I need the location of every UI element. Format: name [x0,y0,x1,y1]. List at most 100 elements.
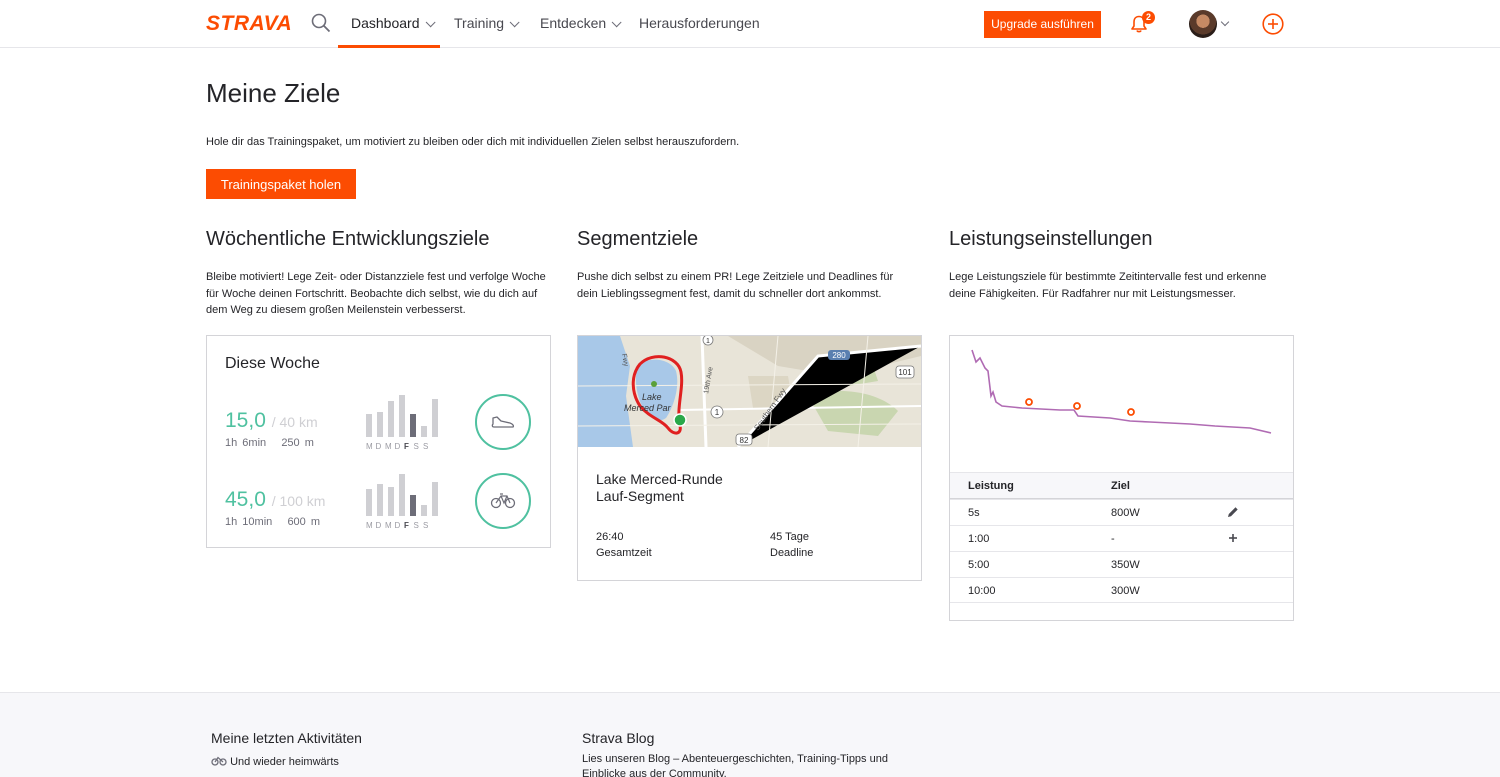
run-shoe-icon [491,416,515,428]
nav-herausforderungen[interactable]: Herausforderungen [639,15,760,48]
blog-text-line1: Lies unseren Blog – Abenteuergeschichten… [582,753,888,765]
day-bar [432,482,438,516]
run-details: 1h 6min 250 m [225,437,314,449]
power-goal-marker [1073,402,1081,410]
ride-distance-goal: / 100 km [271,493,326,509]
weekly-progress-card: Diese Woche 15,0 / 40 km 1h 6min 250 m M… [206,335,551,548]
day-label: D [394,521,401,530]
power-goal-table: Leistung Ziel 5s 800W 1:00 - 5:00 350W 1… [950,472,1293,603]
notification-badge: 2 [1142,11,1155,24]
get-summit-button[interactable]: Trainingspaket holen [206,169,356,199]
nav-dashboard[interactable]: Dashboard [351,15,436,48]
segment-goals-title: Segmentziele [577,228,699,250]
table-row: 1:00 - [950,525,1293,551]
upgrade-button[interactable]: Upgrade ausführen [984,11,1101,38]
run-day-bars [366,395,442,437]
blog-text: Lies unseren Blog – Abenteuergeschichten… [582,752,888,777]
power-goal-marker [1127,408,1135,416]
svg-text:1: 1 [706,338,710,345]
plus-icon[interactable] [1226,531,1240,545]
day-bar [366,414,372,437]
table-header: Leistung Ziel [950,472,1293,499]
add-activity-icon[interactable] [1262,13,1284,35]
day-bar [432,399,438,437]
power-settings-text: Lege Leistungsziele für bestimmte Zeitin… [949,271,1267,300]
segment-map[interactable]: 280 101 1 1 82 Lake Merced Par 19th Ave … [578,336,921,447]
segment-goals-text: Pushe dich selbst zu einem PR! Lege Zeit… [577,271,894,300]
weekly-goals-title: Wöchentliche Entwicklungsziele [206,228,490,250]
day-label: M [385,442,392,451]
day-bar [388,487,394,516]
strava-logo[interactable]: STRAVA [206,12,292,36]
run-elevation: 250 m [281,437,314,449]
day-label: S [423,442,429,451]
chevron-down-icon[interactable] [1220,17,1230,27]
chevron-down-icon [509,17,520,28]
day-label: M [366,521,373,530]
blog-title[interactable]: Strava Blog [582,730,654,746]
ride-time: 1h 10min [225,516,273,528]
ride-day-bars [366,474,442,516]
power-settings-title: Leistungseinstellungen [949,228,1153,250]
goal-cell: 300W [1111,585,1140,597]
blog-text-line2: Einblicke aus der Community. [582,768,727,777]
segment-name: Lake Merced-Runde Lauf-Segment [596,471,723,505]
chevron-down-icon [425,17,436,28]
ride-details: 1h 10min 600 m [225,516,320,528]
run-progress-ring [475,394,531,450]
svg-text:82: 82 [740,436,749,445]
day-label: S [423,521,429,530]
active-tab-indicator [338,45,440,48]
day-label: D [394,442,401,451]
page-title: Meine Ziele [206,78,341,108]
weekly-goals-text: Bleibe motiviert! Lege Zeit- oder Distan… [206,271,546,316]
column-header-power: Leistung [968,480,1014,492]
column-header-goal: Ziel [1111,480,1130,492]
table-row: 10:00 300W [950,577,1293,603]
segment-deadline: 45 Tage Deadline [770,529,813,561]
ride-progress-ring [475,473,531,529]
svg-text:101: 101 [898,368,912,377]
chevron-down-icon [611,17,622,28]
table-row: 5:00 350W [950,551,1293,577]
bike-icon [490,493,516,509]
run-distance-value: 15,0 [225,409,266,432]
segment-name-line1: Lake Merced-Runde [596,471,723,487]
run-distance-goal: / 40 km [271,414,318,430]
nav-herausforderungen-label: Herausforderungen [639,15,760,31]
day-bar [377,484,383,516]
nav-training-label: Training [454,15,505,31]
nav-entdecken[interactable]: Entdecken [540,15,622,48]
day-bar [410,414,416,437]
search-icon[interactable] [311,13,331,33]
day-bar [399,474,405,516]
power-curve-chart [971,349,1272,434]
run-time: 1h 6min [225,437,267,449]
ride-distance-value: 45,0 [225,488,266,511]
day-label: D [375,442,382,451]
ride-elevation: 600 m [287,516,321,528]
bike-icon [211,756,227,766]
day-label: D [375,521,382,530]
avatar[interactable] [1189,10,1217,38]
goal-cell: 800W [1111,507,1140,519]
day-bar [388,401,394,437]
day-label: F [404,521,409,530]
deadline-label: Deadline [770,547,814,559]
day-bar [377,412,383,437]
day-bar [421,426,427,437]
pencil-icon[interactable] [1226,505,1240,519]
power-curve-line [971,349,1272,434]
nav-training[interactable]: Training [454,15,520,48]
goal-cell: - [1111,533,1115,545]
svg-text:1: 1 [715,408,720,417]
footer-section: Meine letzten Aktivitäten Und wieder hei… [0,692,1500,777]
segment-total-time: 26:40 Gesamtzeit [596,529,652,561]
recent-activity-item[interactable]: Und wieder heimwärts [211,755,339,770]
segment-goal-card: 280 101 1 1 82 Lake Merced Par 19th Ave … [577,335,922,581]
top-nav-bar: STRAVA Dashboard Training Entdecken Hera… [0,0,1500,48]
recent-activities-title: Meine letzten Aktivitäten [211,730,362,746]
day-label: S [413,442,419,451]
day-label: M [366,442,373,451]
svg-text:280: 280 [832,351,846,360]
